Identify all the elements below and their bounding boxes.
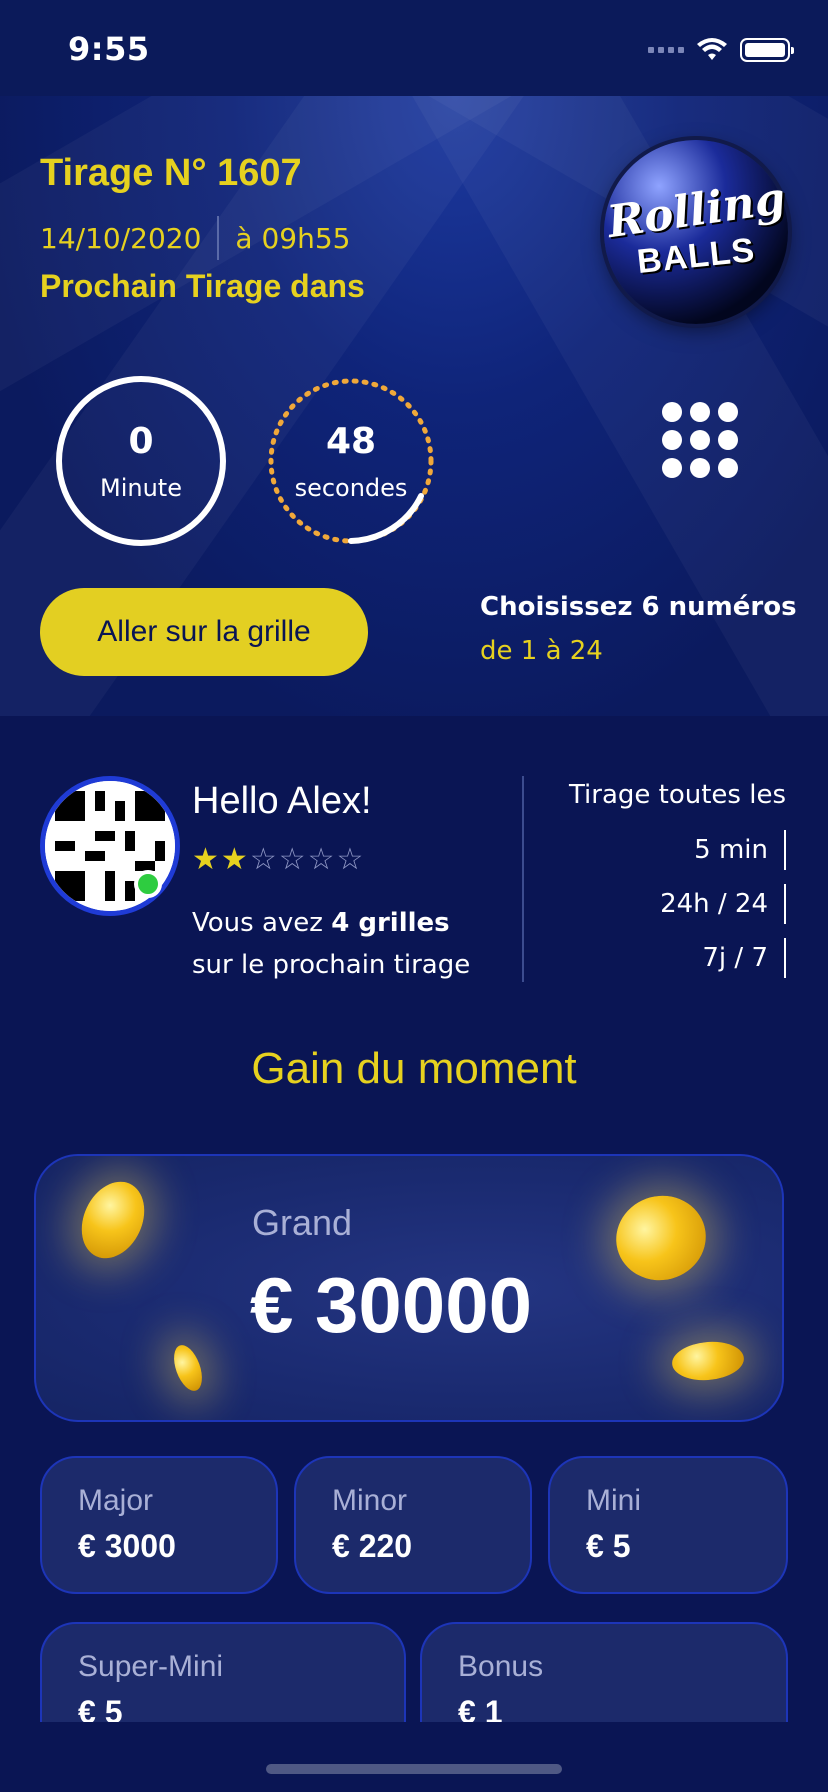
- grids-count: 4 grilles: [331, 908, 450, 938]
- star-filled-icon: ★: [220, 842, 250, 877]
- prize-value: € 5: [586, 1528, 631, 1564]
- wifi-icon: [697, 38, 727, 60]
- draw-frequency-title: Tirage toutes les: [568, 780, 786, 810]
- coin-icon: [670, 1338, 746, 1384]
- status-icons: [648, 36, 794, 64]
- avatar[interactable]: [40, 776, 180, 916]
- seconds-timer: 48 secondes: [266, 376, 436, 546]
- prize-card-minor[interactable]: Minor € 220: [294, 1456, 532, 1594]
- prize-label: Mini: [586, 1484, 642, 1517]
- bottom-bar: [0, 1722, 828, 1792]
- logo-text-rolling: Rolling: [603, 172, 789, 248]
- minutes-value: 0: [128, 420, 154, 462]
- jackpot-label: Grand: [252, 1202, 353, 1243]
- draw-datetime: 14/10/2020 à 09h55: [40, 216, 350, 260]
- jackpot-card[interactable]: Grand € 30000: [34, 1154, 784, 1422]
- grids-suffix: sur le prochain tirage: [192, 950, 471, 980]
- grids-prefix: Vous avez: [192, 908, 332, 938]
- prize-value: € 220: [332, 1528, 413, 1564]
- status-bar: 9:55: [0, 0, 828, 96]
- seconds-value: 48: [325, 420, 377, 462]
- coin-icon: [168, 1341, 208, 1395]
- go-to-grid-button[interactable]: Aller sur la grille: [40, 588, 368, 676]
- coin-icon: [606, 1185, 716, 1291]
- rating-stars: ★★☆☆☆☆: [192, 842, 365, 877]
- signal-icon: [648, 47, 684, 53]
- draw-title: Tirage N° 1607: [40, 152, 302, 194]
- star-empty-icon: ☆: [336, 842, 366, 877]
- draw-date: 14/10/2020: [40, 221, 202, 255]
- draw-frequency-item: 24h / 24: [660, 884, 786, 924]
- gain-title: Gain du moment: [251, 1044, 577, 1093]
- seconds-label: secondes: [294, 473, 408, 502]
- jackpot-value: € 30000: [250, 1261, 532, 1349]
- greeting: Hello Alex!: [192, 780, 372, 822]
- draw-frequency-item: 5 min: [694, 830, 786, 870]
- grids-count-text: Vous avez 4 grilles sur le prochain tira…: [192, 902, 470, 986]
- choose-numbers-title: Choisissez 6 numéros: [480, 592, 797, 622]
- status-time: 9:55: [68, 30, 150, 68]
- rolling-balls-logo: Rolling BALLS: [604, 140, 788, 324]
- star-empty-icon: ☆: [278, 842, 308, 877]
- prize-card-major[interactable]: Major € 3000: [40, 1456, 278, 1594]
- prize-label: Major: [78, 1484, 154, 1517]
- star-filled-icon: ★: [192, 842, 221, 877]
- date-separator: [217, 216, 220, 260]
- home-indicator[interactable]: [266, 1764, 562, 1774]
- prize-value: € 3000: [78, 1528, 176, 1564]
- grid-icon[interactable]: [662, 402, 738, 478]
- minutes-timer: 0 Minute: [56, 376, 226, 546]
- prize-label: Bonus: [458, 1650, 544, 1683]
- coin-icon: [69, 1171, 157, 1269]
- star-empty-icon: ☆: [249, 842, 279, 877]
- star-empty-icon: ☆: [307, 842, 337, 877]
- prize-label: Minor: [332, 1484, 408, 1517]
- hero-section: Tirage N° 1607 14/10/2020 à 09h55 Procha…: [0, 96, 828, 716]
- prize-label: Super-Mini: [78, 1650, 224, 1683]
- draw-time: à 09h55: [235, 221, 351, 255]
- draw-frequency-item: 7j / 7: [702, 938, 786, 978]
- profile-section: Hello Alex! ★★☆☆☆☆ Vous avez 4 grilles s…: [0, 716, 828, 1016]
- divider: [522, 776, 524, 982]
- choose-numbers-range: de 1 à 24: [480, 636, 603, 666]
- online-status-icon: [134, 870, 162, 898]
- next-draw-label: Prochain Tirage dans: [40, 268, 365, 304]
- prize-card-mini[interactable]: Mini € 5: [548, 1456, 788, 1594]
- minutes-label: Minute: [100, 473, 182, 502]
- battery-icon: [740, 38, 794, 62]
